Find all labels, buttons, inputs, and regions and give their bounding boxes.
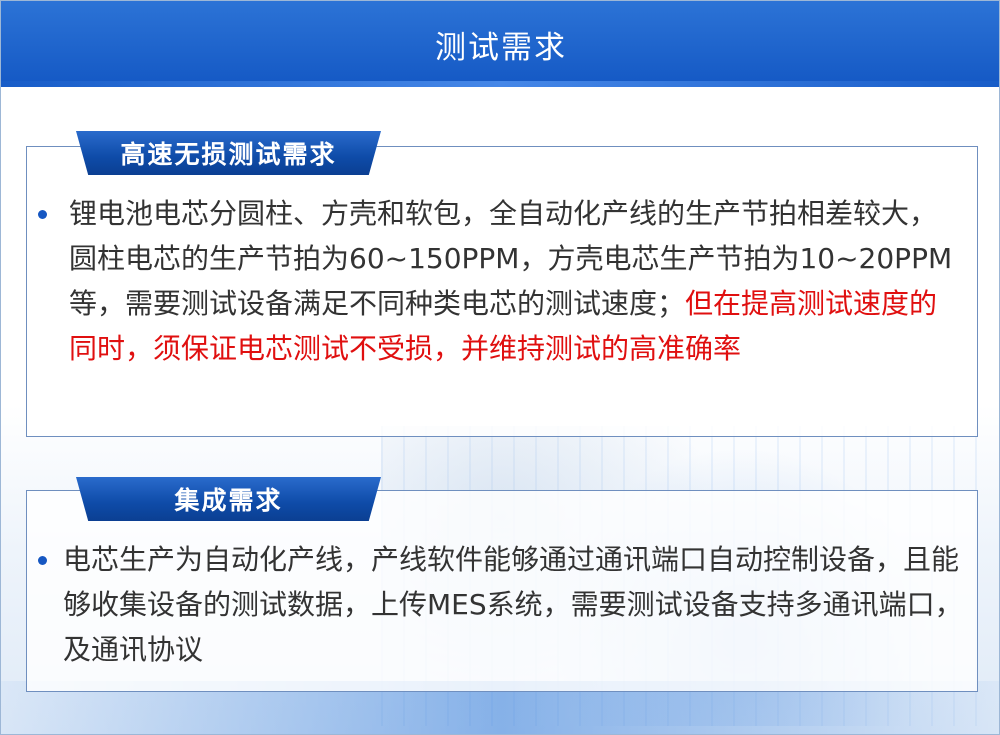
section-high-speed-text: 锂电池电芯分圆柱、方壳和软包，全自动化产线的生产节拍相差较大，圆柱电芯的生产节拍… [69, 191, 957, 371]
section-high-speed-tag: 高速无损测试需求 [76, 131, 381, 175]
bullet-icon [38, 210, 47, 219]
header-banner: 测试需求 [1, 1, 999, 87]
section-integration-text: 电芯生产为自动化产线，产线软件能够通过通讯端口自动控制设备，且能够收集设备的测试… [63, 537, 963, 672]
bullet-icon [38, 556, 47, 565]
section-integration-tag: 集成需求 [76, 477, 381, 521]
page-title: 测试需求 [435, 29, 567, 66]
header-shine [1, 81, 999, 87]
page-frame: 测试需求 高速无损测试需求 锂电池电芯分圆柱、方壳和软包，全自动化产线的生产节拍… [0, 0, 1000, 735]
section-integration-normal-text: 电芯生产为自动化产线，产线软件能够通过通讯端口自动控制设备，且能够收集设备的测试… [63, 543, 963, 666]
